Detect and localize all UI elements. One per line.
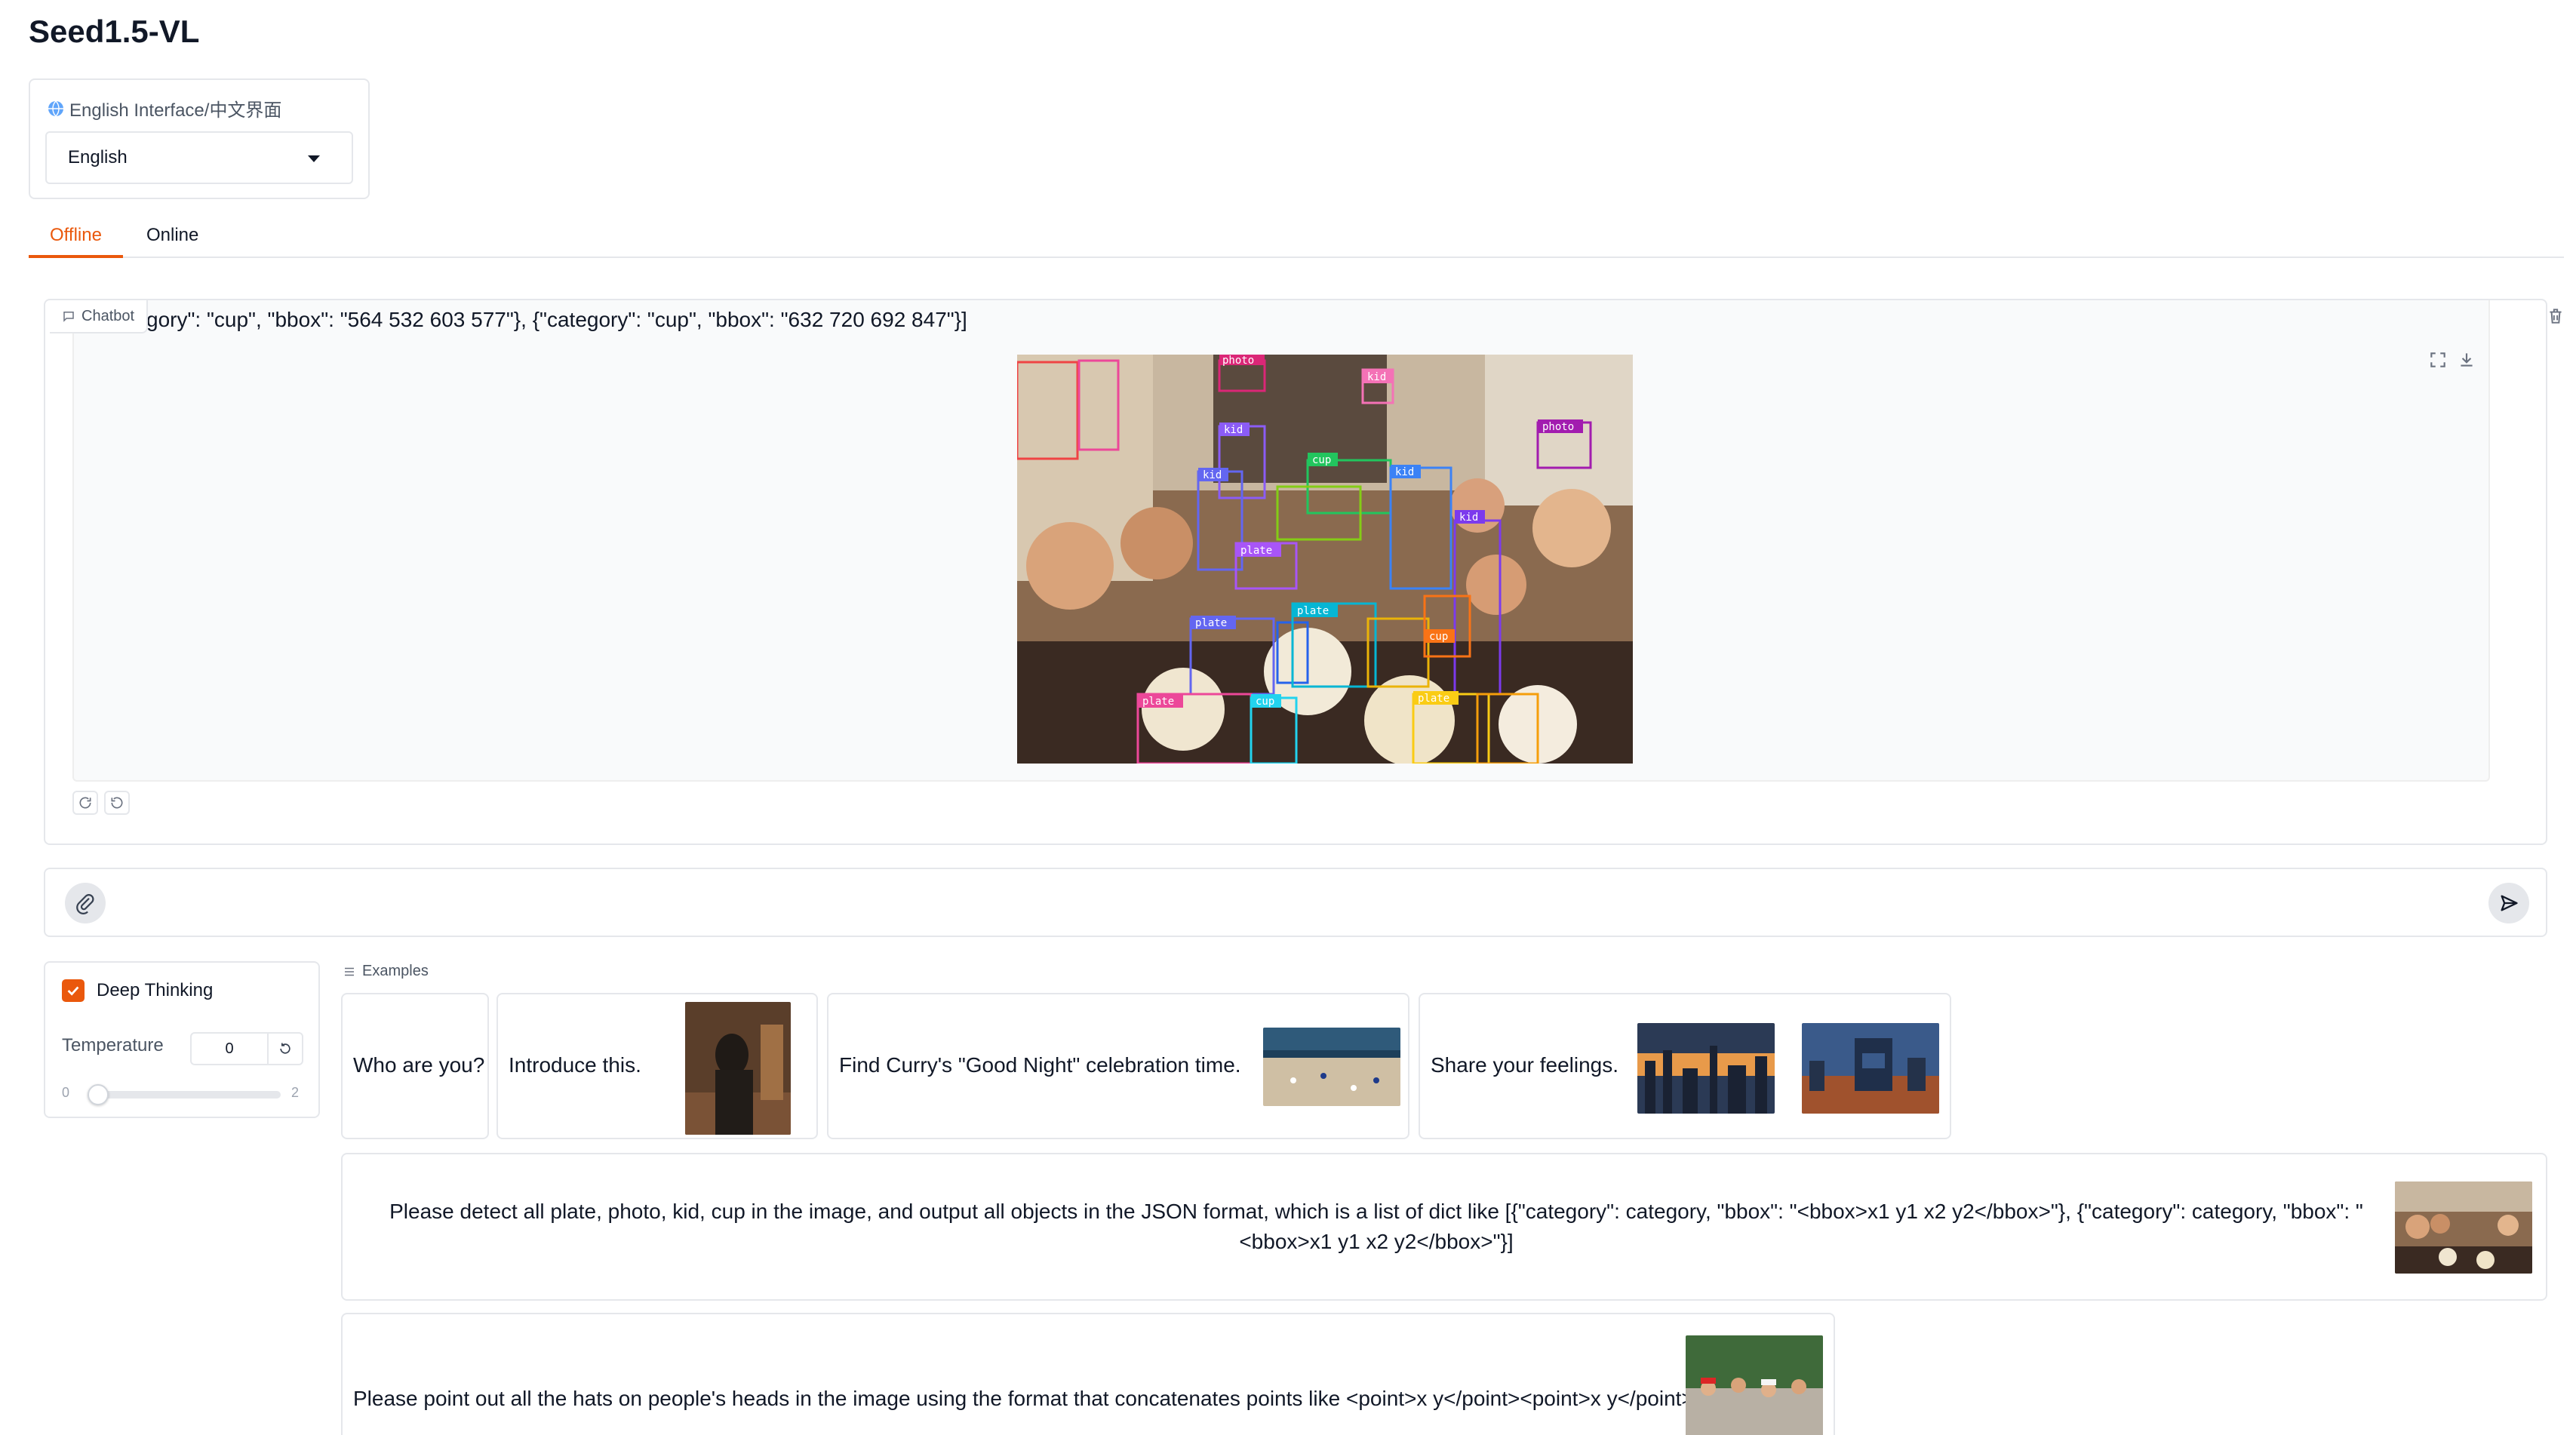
language-dropdown[interactable]: English — [45, 131, 353, 184]
list-icon — [345, 967, 354, 976]
slider-max-label: 2 — [291, 1085, 300, 1100]
send-button[interactable] — [2488, 883, 2529, 923]
example-thumbnail-basketball — [1263, 1028, 1400, 1106]
retry-button[interactable] — [72, 791, 98, 815]
example-card-point-hats[interactable]: Please point out all the hats on people'… — [341, 1313, 1835, 1435]
image-label-cup: cup — [1312, 454, 1331, 466]
example-text: Share your feelings. — [1431, 1053, 1619, 1077]
chatbot-panel: gory": "cup", "bbox": "564 532 603 577"}… — [44, 299, 2562, 845]
attach-button[interactable] — [65, 883, 106, 923]
chatbot-label: Chatbot — [50, 300, 149, 333]
chatbot-label-text: Chatbot — [81, 307, 135, 324]
example-text: Please point out all the hats on people'… — [353, 1387, 1694, 1410]
chat-message-text: gory": "cup", "bbox": "564 532 603 577"}… — [146, 308, 967, 331]
send-icon — [2501, 895, 2518, 911]
image-label-cup-3: cup — [1256, 696, 1274, 708]
image-label-cup-2: cup — [1429, 631, 1448, 643]
trash-icon[interactable] — [2546, 306, 2565, 326]
deep-thinking-row: Deep Thinking — [62, 979, 213, 1002]
globe-icon — [48, 100, 63, 117]
deep-thinking-label: Deep Thinking — [97, 980, 214, 1000]
temperature-label: Temperature — [62, 1035, 164, 1056]
image-label-kid-2: kid — [1224, 424, 1243, 436]
download-icon[interactable] — [2457, 350, 2476, 370]
image-toolbar — [2428, 350, 2476, 370]
image-label-plate-5: plate — [1240, 545, 1272, 557]
chat-actions — [72, 791, 130, 815]
example-thumbnail-group-hats — [1686, 1335, 1823, 1435]
image-label-kid-3: kid — [1203, 469, 1222, 481]
tab-online[interactable]: Online — [125, 225, 220, 258]
image-label-kid-5: kid — [1459, 512, 1478, 524]
image-label-kid: kid — [1367, 371, 1386, 383]
undo-icon — [111, 797, 123, 809]
example-card-share-feelings[interactable]: Share your feelings. — [1419, 993, 1951, 1139]
image-label-plate-3: plate — [1418, 693, 1449, 705]
chat-message: gory": "cup", "bbox": "564 532 603 577"}… — [72, 300, 2490, 782]
examples-label-text: Examples — [362, 963, 429, 979]
image-label-photo-2: photo — [1542, 421, 1574, 433]
chevron-down-icon — [308, 155, 320, 162]
temperature-reset-button[interactable] — [267, 1032, 303, 1065]
example-card-curry-celebration[interactable]: Find Curry's "Good Night" celebration ti… — [827, 993, 1409, 1139]
example-card-detect-objects[interactable]: Please detect all plate, photo, kid, cup… — [341, 1153, 2547, 1301]
example-card-introduce-this[interactable]: Introduce this. — [496, 993, 818, 1139]
example-thumbnail-painting — [685, 1002, 791, 1135]
example-thumbnail-city-sunset — [1637, 1023, 1775, 1114]
undo-button[interactable] — [104, 791, 130, 815]
language-label: English Interface/中文界面 — [47, 95, 281, 121]
temperature-input[interactable]: 0 — [190, 1032, 269, 1065]
deep-thinking-checkbox[interactable] — [62, 979, 85, 1002]
check-icon — [67, 986, 79, 996]
example-thumbnail-family-dinner — [2395, 1181, 2532, 1274]
mode-tabs: Offline Online — [29, 219, 2564, 258]
image-label-plate: plate — [1195, 617, 1227, 629]
settings-panel: Deep Thinking Temperature 0 0 2 — [44, 961, 320, 1118]
app-title: Seed1.5-VL — [29, 14, 200, 49]
image-label-plate-2: plate — [1142, 696, 1174, 708]
paperclip-icon — [76, 893, 94, 914]
image-label-plate-4: plate — [1297, 605, 1329, 617]
tab-offline[interactable]: Offline — [29, 225, 123, 258]
fullscreen-icon[interactable] — [2428, 350, 2448, 370]
slider-min-label: 0 — [62, 1085, 70, 1100]
example-text: Please detect all plate, photo, kid, cup… — [389, 1200, 2363, 1253]
example-text: Introduce this. — [509, 1053, 641, 1077]
example-text: Who are you? — [353, 1053, 485, 1077]
language-label-text: English Interface/中文界面 — [69, 100, 282, 121]
example-thumbnail-city-night — [1802, 1023, 1939, 1114]
temperature-slider[interactable] — [88, 1084, 281, 1105]
image-label-photo: photo — [1222, 355, 1254, 367]
reset-icon — [280, 1043, 290, 1054]
language-panel: English Interface/中文界面 English — [29, 78, 370, 199]
refresh-icon — [79, 797, 91, 809]
examples-label: Examples — [343, 963, 429, 980]
image-label-kid-4: kid — [1395, 466, 1414, 478]
message-input[interactable] — [44, 868, 2547, 937]
detection-result-image: photo photo kid kid kid kid kid cup cup … — [1017, 355, 1633, 764]
language-selected-value: English — [68, 147, 128, 167]
slider-thumb[interactable] — [88, 1084, 109, 1105]
example-card-who-are-you[interactable]: Who are you? — [341, 993, 489, 1139]
chat-icon — [63, 312, 74, 322]
example-text: Find Curry's "Good Night" celebration ti… — [839, 1053, 1241, 1077]
